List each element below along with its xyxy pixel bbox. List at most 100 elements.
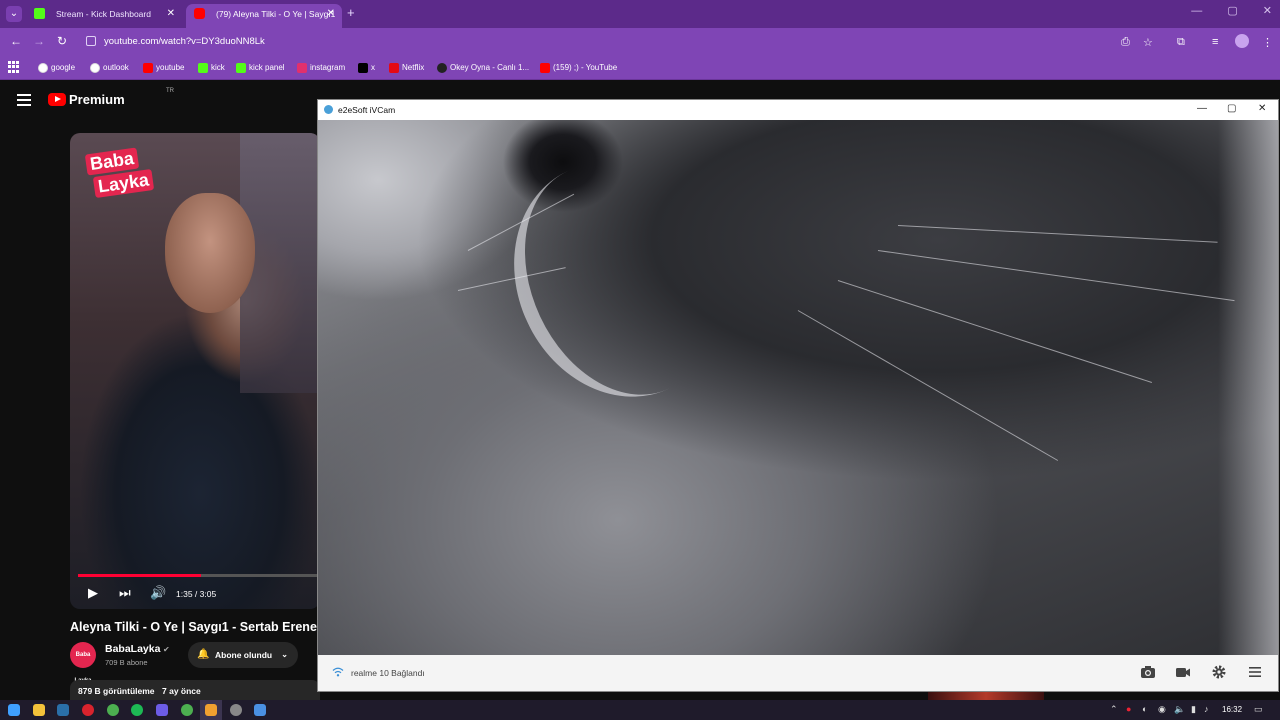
volume-icon[interactable]: ♪ <box>1204 704 1209 714</box>
ivcam-status-bar: realme 10 Bağlandı <box>318 655 1278 691</box>
bookmark-star-icon[interactable]: ☆ <box>1143 36 1153 49</box>
maximize-icon[interactable]: ▢ <box>1227 103 1236 114</box>
microphone-icon[interactable]: ▮ <box>1191 704 1196 715</box>
bookmark-item[interactable]: x <box>358 61 375 75</box>
ivcam-taskbar-icon[interactable] <box>254 704 266 716</box>
volume-icon[interactable]: 🔊 <box>150 585 166 601</box>
upload-date: 7 ay önce <box>162 686 201 696</box>
camera-frame-detail <box>797 310 1059 461</box>
obs-icon[interactable] <box>205 704 217 716</box>
camera-frame-detail <box>1218 120 1278 655</box>
site-info-icon[interactable] <box>86 36 96 46</box>
app-icon[interactable] <box>156 704 168 716</box>
bookmark-item[interactable]: instagram <box>297 61 345 75</box>
bookmark-label: google <box>51 63 76 72</box>
bell-icon: 🔔 <box>197 649 210 660</box>
recommended-video-thumbnail[interactable] <box>928 692 1044 700</box>
forward-icon[interactable]: → <box>33 34 45 48</box>
new-tab-button[interactable]: + <box>347 5 355 20</box>
menu-icon[interactable] <box>1247 664 1263 680</box>
apps-grid-icon[interactable] <box>8 61 20 73</box>
reload-icon[interactable]: ↻ <box>57 34 67 48</box>
tray-chevron-icon[interactable]: ⌃ <box>1110 704 1118 715</box>
bookmark-item[interactable]: google <box>38 61 75 75</box>
video-time: 1:35 / 3:05 <box>176 589 217 599</box>
notification-icon[interactable]: ▭ <box>1254 704 1263 715</box>
profile-avatar[interactable] <box>1235 34 1249 48</box>
youtube-icon <box>194 8 205 19</box>
close-icon[interactable]: ✕ <box>1258 103 1266 114</box>
bookmark-item[interactable]: kick panel <box>236 61 285 75</box>
tray-app-icon[interactable]: ● <box>1126 704 1131 714</box>
video-title: Aleyna Tilki - O Ye | Saygı1 - Sertab Er… <box>70 620 320 634</box>
minimize-icon[interactable]: — <box>1197 103 1207 114</box>
settings-icon[interactable] <box>1211 664 1227 680</box>
more-menu-icon[interactable]: ⋮ <box>1262 36 1273 49</box>
speaker-icon[interactable]: 🔈 <box>1174 704 1185 715</box>
verified-icon: ✔ <box>163 645 170 654</box>
video-progress-bar[interactable] <box>78 574 320 577</box>
browser-tab-bar: ⌄ Stream - Kick Dashboard ✕ (79) Aleyna … <box>0 0 1280 28</box>
taskbar-clock: 16:32 <box>1222 705 1243 714</box>
window-title: e2eSoft iVCam <box>338 105 396 115</box>
close-icon[interactable]: ✕ <box>327 4 335 24</box>
bookmark-item[interactable]: kick <box>198 61 225 75</box>
camera-frame-detail <box>476 128 760 432</box>
view-count: 879 B görüntüleme <box>78 686 155 696</box>
steam-tray-icon[interactable]: ◉ <box>1158 704 1166 715</box>
video-frame-subject <box>165 193 255 313</box>
windows-taskbar: ⌃ ● ◐ ◉ 🔈 ▮ ♪ 16:32 ▭ <box>0 700 1280 720</box>
spotify-icon[interactable] <box>131 704 143 716</box>
tab-search-button[interactable]: ⌄ <box>6 6 22 22</box>
app-icon[interactable] <box>230 704 242 716</box>
channel-avatar[interactable]: Baba Layka <box>70 642 96 684</box>
tray-app-icon[interactable]: ◐ <box>1142 704 1147 714</box>
bookmark-item[interactable]: outlook <box>90 61 129 75</box>
video-record-icon[interactable] <box>1175 664 1191 680</box>
youtube-play-logo-icon <box>48 93 66 106</box>
bookmark-label: kick <box>211 63 225 72</box>
outlook-icon <box>90 63 100 73</box>
bookmark-item[interactable]: youtube <box>143 61 184 75</box>
ivcam-title-bar[interactable]: e2eSoft iVCam — ▢ ✕ <box>318 100 1278 120</box>
bookmark-item[interactable]: Netflix <box>389 61 424 75</box>
bookmark-item[interactable]: (159) ;) - YouTube <box>540 61 617 75</box>
file-explorer-icon[interactable] <box>33 704 45 716</box>
steam-icon[interactable] <box>57 704 69 716</box>
next-icon[interactable]: ⏭ <box>119 585 131 601</box>
install-app-icon[interactable]: ⎙ <box>1121 36 1130 49</box>
close-icon[interactable]: ✕ <box>167 4 175 24</box>
browser-toolbar: ← → ↻ youtube.com/watch?v=DY3duoNN8Lk ⎙ … <box>0 28 1280 56</box>
chrome-icon[interactable] <box>181 704 193 716</box>
extensions-icon[interactable]: ⧉ <box>1177 36 1185 49</box>
kick-icon <box>34 8 45 19</box>
window-controls[interactable]: — ▢ ✕ <box>1191 4 1272 17</box>
subscribe-label: Abone olundu <box>215 650 273 660</box>
ivcam-window: e2eSoft iVCam — ▢ ✕ realme 10 Bağlandı <box>317 99 1279 692</box>
wifi-icon <box>332 667 344 677</box>
country-code: TR <box>166 88 174 94</box>
ivcam-app-icon <box>324 105 333 114</box>
logo-text: Premium <box>69 92 125 107</box>
video-player[interactable]: Baba Layka ▶ ⏭ 🔊 1:35 / 3:05 <box>70 133 320 609</box>
subscribed-button[interactable]: 🔔 Abone olundu ⌄ <box>188 642 298 668</box>
camera-icon[interactable] <box>1140 664 1156 680</box>
play-icon[interactable]: ▶ <box>88 585 98 601</box>
back-icon[interactable]: ← <box>10 34 22 48</box>
channel-name[interactable]: BabaLayka <box>105 643 160 655</box>
progress-fill <box>78 574 202 577</box>
bookmark-item[interactable]: Okey Oyna - Canlı 1... <box>437 61 529 75</box>
chevron-down-icon: ⌄ <box>281 650 288 659</box>
chrome-icon[interactable] <box>107 704 119 716</box>
tab-kick-dashboard[interactable]: Stream - Kick Dashboard ✕ <box>26 4 182 28</box>
opera-icon[interactable] <box>82 704 94 716</box>
address-bar[interactable]: youtube.com/watch?v=DY3duoNN8Lk <box>104 36 265 47</box>
okey-icon <box>437 63 447 73</box>
tab-youtube-video[interactable]: (79) Aleyna Tilki - O Ye | Saygı1 ✕ <box>186 4 342 28</box>
youtube-icon <box>143 63 153 73</box>
media-control-icon[interactable]: ≡ <box>1212 36 1218 48</box>
hamburger-menu-icon[interactable] <box>17 94 31 109</box>
bookmark-label: kick panel <box>249 63 285 72</box>
netflix-icon <box>389 63 399 73</box>
windows-start-icon[interactable] <box>8 704 20 716</box>
